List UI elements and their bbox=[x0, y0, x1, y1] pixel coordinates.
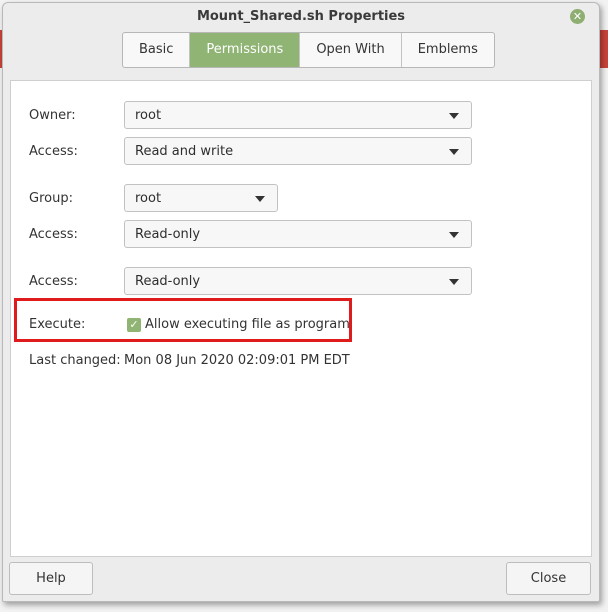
others-access-value: Read-only bbox=[135, 274, 201, 289]
tab-bar: Basic Permissions Open With Emblems bbox=[122, 32, 495, 68]
group-access-combobox[interactable]: Read-only bbox=[124, 220, 472, 248]
owner-access-label: Access: bbox=[29, 144, 78, 159]
owner-label: Owner: bbox=[29, 108, 76, 123]
others-access-label: Access: bbox=[29, 274, 78, 289]
others-access-combobox[interactable]: Read-only bbox=[124, 267, 472, 295]
close-icon[interactable]: ✕ bbox=[570, 9, 585, 24]
owner-access-combobox[interactable]: Read and write bbox=[124, 137, 472, 165]
owner-access-value: Read and write bbox=[135, 144, 234, 159]
owner-value: root bbox=[135, 108, 162, 123]
title-bar: Mount_Shared.sh Properties ✕ bbox=[3, 3, 599, 31]
group-access-label: Access: bbox=[29, 227, 78, 242]
chevron-down-icon bbox=[449, 232, 459, 238]
owner-combobox[interactable]: root bbox=[124, 101, 472, 129]
chevron-down-icon bbox=[255, 196, 265, 202]
last-changed-label: Last changed: bbox=[29, 353, 121, 368]
tab-basic[interactable]: Basic bbox=[123, 33, 191, 67]
tab-open-with[interactable]: Open With bbox=[300, 33, 402, 67]
last-changed-value: Mon 08 Jun 2020 02:09:01 PM EDT bbox=[124, 353, 350, 368]
chevron-down-icon bbox=[449, 149, 459, 155]
window-title: Mount_Shared.sh Properties bbox=[196, 9, 406, 24]
group-value: root bbox=[135, 191, 162, 206]
close-button[interactable]: Close bbox=[506, 562, 591, 595]
chevron-down-icon bbox=[449, 279, 459, 285]
group-combobox[interactable]: root bbox=[124, 184, 278, 212]
chevron-down-icon bbox=[449, 113, 459, 119]
group-access-value: Read-only bbox=[135, 227, 201, 242]
help-button[interactable]: Help bbox=[9, 562, 93, 595]
execute-highlight-box bbox=[14, 298, 352, 342]
group-label: Group: bbox=[29, 191, 73, 206]
tab-permissions[interactable]: Permissions bbox=[190, 33, 301, 67]
tab-emblems[interactable]: Emblems bbox=[402, 33, 494, 67]
